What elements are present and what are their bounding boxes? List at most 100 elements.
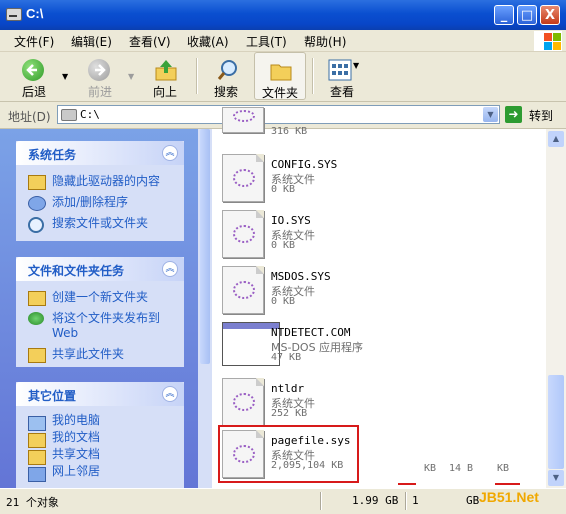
windows-logo-icon — [534, 31, 562, 51]
place-network[interactable]: 网上邻居 — [16, 463, 184, 482]
collapse-chevron-icon[interactable]: ︽ — [162, 145, 178, 161]
scroll-up-icon[interactable]: ▲ — [548, 131, 564, 147]
views-label: 查看 — [329, 85, 354, 99]
scrollbar-thumb[interactable] — [200, 129, 210, 364]
menu-bar: 文件(F) 编辑(E) 查看(V) 收藏(A) 工具(T) 帮助(H) — [0, 30, 566, 52]
minimize-button[interactable]: _ — [494, 5, 514, 25]
file-list-scrollbar[interactable]: ▲ ▼ — [546, 129, 566, 488]
file-size: 0 KB — [271, 296, 296, 307]
task-share-folder[interactable]: 共享此文件夹 — [16, 344, 184, 365]
forward-button[interactable]: 前进 — [74, 52, 126, 100]
network-icon — [28, 467, 46, 482]
panel-header[interactable]: 系统任务 ︽ — [16, 141, 184, 165]
back-arrow-icon — [22, 59, 44, 81]
status-gb: GB — [466, 494, 480, 507]
up-button[interactable]: 向上 — [142, 52, 188, 100]
scroll-down-icon[interactable]: ▼ — [548, 470, 564, 486]
panel-header[interactable]: 其它位置 ︽ — [16, 382, 184, 406]
views-button[interactable]: ▼ 查看 — [320, 52, 364, 100]
place-my-computer[interactable]: 我的电脑 — [16, 412, 184, 431]
file-size: 0 KB — [271, 184, 296, 195]
panel-header[interactable]: 文件和文件夹任务 ︽ — [16, 257, 184, 281]
back-label: 后退 — [21, 85, 46, 99]
watermark: JB51.Net — [479, 489, 539, 505]
back-button[interactable]: 后退 — [8, 52, 60, 100]
drive-icon — [61, 109, 77, 121]
status-object-count: 21 个对象 — [6, 496, 59, 509]
address-label: 地址(D) — [8, 110, 51, 124]
new-folder-icon — [28, 291, 46, 306]
views-grid-icon — [328, 59, 352, 81]
scrollbar-thumb[interactable] — [548, 375, 564, 469]
file-size: 47 KB — [271, 352, 302, 363]
place-shared-documents[interactable]: 共享文档 — [16, 446, 184, 465]
search-icon — [217, 60, 237, 80]
collapse-chevron-icon[interactable]: ︽ — [162, 261, 178, 277]
forward-dropdown-icon[interactable]: ▼ — [128, 72, 134, 81]
file-size: 316 KB — [271, 126, 308, 137]
file-item-ntldr[interactable]: ntldr 系统文件 252 KB — [222, 376, 522, 428]
menu-help[interactable]: 帮助(H) — [304, 33, 346, 50]
globe-icon — [28, 312, 44, 325]
views-dropdown-icon[interactable]: ▼ — [353, 61, 359, 70]
folder-icon — [270, 64, 292, 81]
window-title: C:\ — [26, 6, 44, 21]
task-pane-scrollbar[interactable] — [198, 129, 212, 488]
menu-favorites[interactable]: 收藏(A) — [187, 33, 229, 50]
task-pane: 系统任务 ︽ 隐藏此驱动器的内容 添加/删除程序 搜索文件或文件夹 文件和文件夹… — [0, 129, 198, 488]
system-tasks-panel: 系统任务 ︽ 隐藏此驱动器的内容 添加/删除程序 搜索文件或文件夹 — [16, 141, 184, 241]
task-hide-drive-contents[interactable]: 隐藏此驱动器的内容 — [16, 171, 184, 192]
menu-file[interactable]: 文件(F) — [14, 33, 54, 50]
task-search-files[interactable]: 搜索文件或文件夹 — [16, 213, 184, 234]
folders-label: 文件夹 — [261, 86, 298, 100]
place-my-documents[interactable]: 我的文档 — [16, 429, 184, 448]
search-icon — [28, 217, 44, 233]
file-name: ntldr — [271, 382, 305, 395]
file-item-io-sys[interactable]: IO.SYS 系统文件 0 KB — [222, 208, 522, 260]
file-name: IO.SYS — [271, 214, 311, 227]
panel-title: 系统任务 — [28, 148, 77, 162]
folder-icon — [28, 175, 46, 190]
system-file-icon — [222, 210, 264, 258]
drive-icon — [6, 8, 22, 21]
shared-folder-icon — [28, 348, 46, 363]
programs-cd-icon — [28, 196, 46, 211]
task-new-folder[interactable]: 创建一个新文件夹 — [16, 287, 184, 308]
panel-title: 其它位置 — [28, 389, 77, 403]
file-name: MSDOS.SYS — [271, 270, 331, 283]
file-name: NTDETECT.COM — [271, 326, 351, 339]
forward-arrow-icon — [88, 59, 110, 81]
menu-edit[interactable]: 编辑(E) — [71, 33, 112, 50]
forward-label: 前进 — [87, 85, 112, 99]
overlay-kb-1: KB — [424, 463, 437, 474]
panel-title: 文件和文件夹任务 — [28, 264, 125, 278]
system-file-icon — [222, 266, 264, 314]
system-file-icon — [222, 107, 264, 133]
task-add-remove-programs[interactable]: 添加/删除程序 — [16, 192, 184, 213]
up-label: 向上 — [152, 85, 177, 99]
file-item-config-sys[interactable]: CONFIG.SYS 系统文件 0 KB — [222, 152, 522, 204]
collapse-chevron-icon[interactable]: ︽ — [162, 386, 178, 402]
red-mark — [495, 483, 520, 485]
close-button[interactable]: X — [540, 5, 560, 25]
file-folder-tasks-panel: 文件和文件夹任务 ︽ 创建一个新文件夹 将这个文件夹发布到Web 共享此文件夹 — [16, 257, 184, 367]
status-size: 1.99 GB — [352, 494, 399, 507]
maximize-button[interactable]: □ — [517, 5, 537, 25]
go-button[interactable]: 转到 — [529, 107, 553, 124]
status-mid: 1 — [412, 494, 419, 507]
system-file-icon — [222, 378, 264, 426]
file-item-ntdetect-com[interactable]: NTDETECT.COM MS-DOS 应用程序 47 KB — [222, 320, 522, 372]
toolbar: 后退 ▼ 前进 ▼ 向上 搜索 文件夹 ▼ 查看 — [0, 52, 566, 102]
back-dropdown-icon[interactable]: ▼ — [62, 72, 68, 81]
menu-view[interactable]: 查看(V) — [129, 33, 171, 50]
task-publish-web[interactable]: 将这个文件夹发布到Web — [16, 308, 184, 344]
title-bar[interactable]: C:\ _ □ X — [0, 0, 566, 30]
file-item-msdos-sys[interactable]: MSDOS.SYS 系统文件 0 KB — [222, 264, 522, 316]
search-button[interactable]: 搜索 — [204, 52, 248, 100]
file-size: 0 KB — [271, 240, 296, 251]
address-value: C:\ — [80, 108, 100, 121]
highlight-box — [218, 425, 359, 483]
other-places-panel: 其它位置 ︽ 我的电脑 我的文档 共享文档 网上邻居 — [16, 382, 184, 488]
menu-tools[interactable]: 工具(T) — [246, 33, 287, 50]
folders-button[interactable]: 文件夹 — [254, 52, 306, 100]
